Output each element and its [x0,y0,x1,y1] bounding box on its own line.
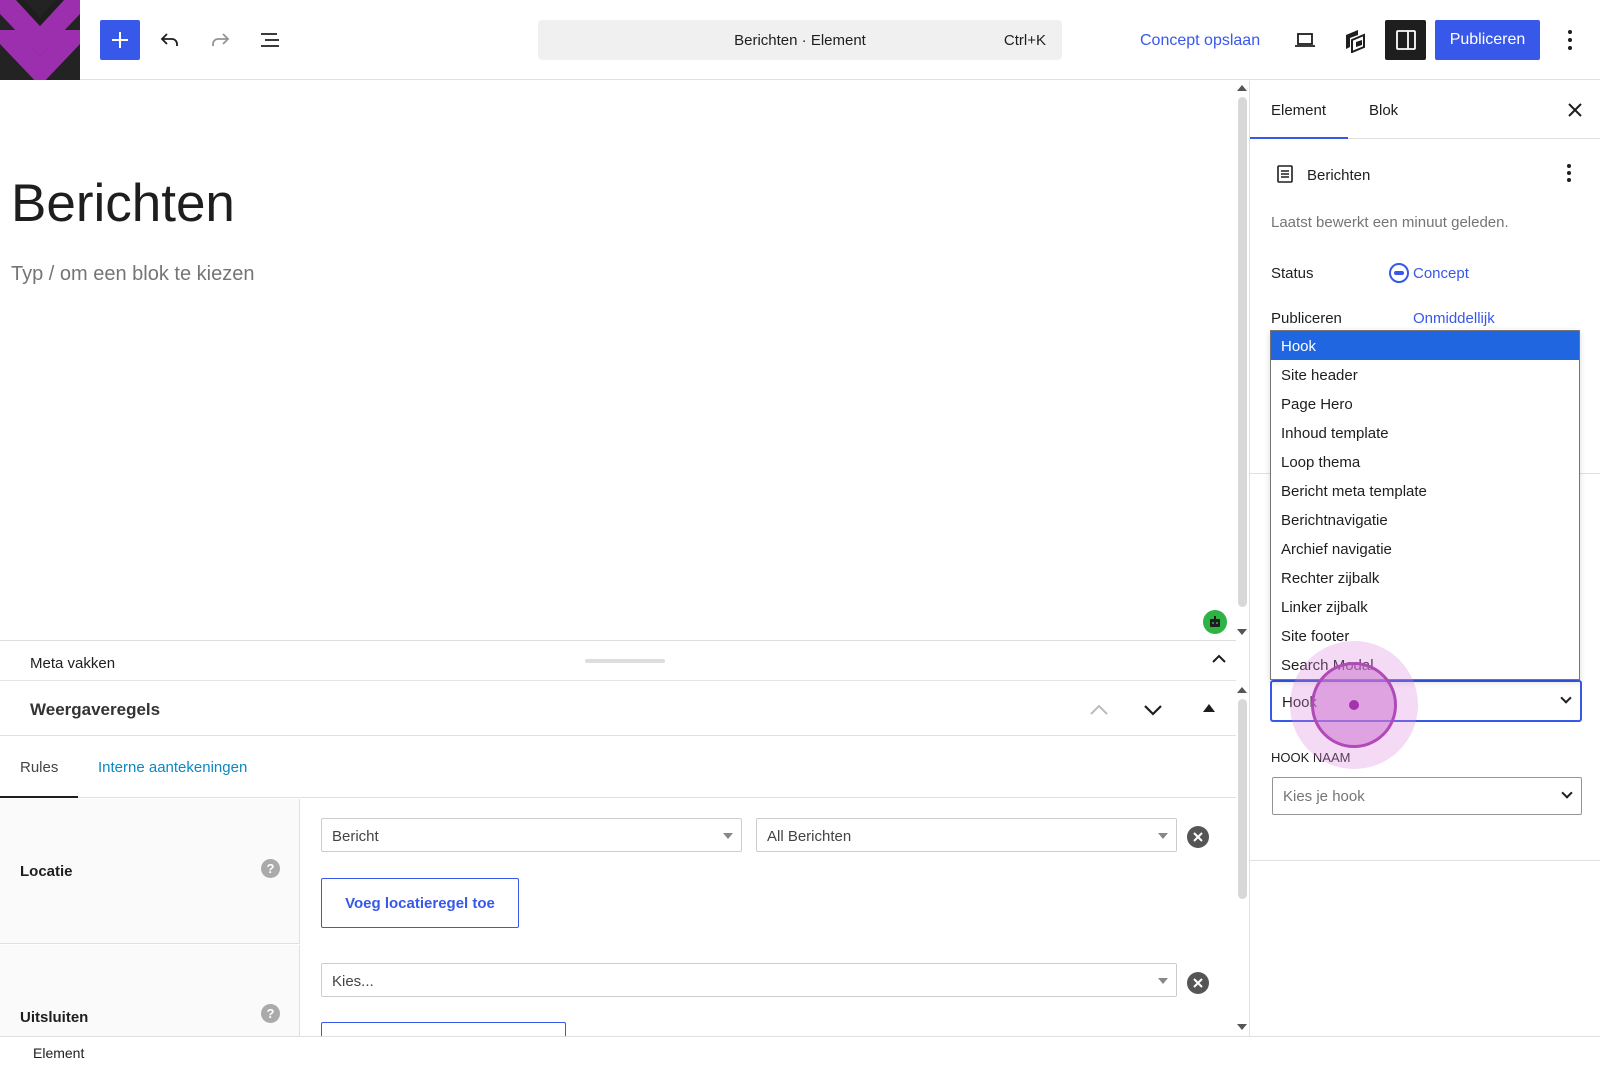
breadcrumb-item[interactable]: Element [33,1045,84,1061]
exclude-label: Uitsluiten [20,1009,89,1026]
meta-boxes-label: Meta vakken [30,655,116,672]
document-overview-button[interactable] [250,20,290,60]
logo-icon [0,0,80,80]
dropdown-option[interactable]: Hook [1271,331,1579,360]
status-label: Status [1271,265,1314,282]
undo-icon [160,33,178,46]
add-exclude-rule-button[interactable] [321,1022,566,1036]
scroll-up-arrow-icon[interactable] [1237,84,1247,92]
location-value-select[interactable]: All Berichten [756,818,1177,852]
close-icon[interactable] [1564,99,1586,121]
more-vertical-icon[interactable] [1566,163,1572,183]
location-help-icon[interactable]: ? [261,859,280,878]
scroll-down-arrow-icon[interactable] [1237,1023,1247,1031]
last-edited-text: Laatst bewerkt een minuut geleden. [1271,214,1509,231]
caret-down-icon [723,833,733,839]
add-block-button[interactable] [100,20,140,60]
robot-assistant-icon[interactable] [1203,610,1227,634]
list-view-icon [261,33,279,47]
desktop-icon [1295,33,1315,47]
location-row-label-cell: Locatie ? [0,799,300,944]
draft-status-icon [1389,263,1409,283]
redo-button[interactable] [200,20,240,60]
block-breadcrumb-bar: Element [0,1036,1600,1065]
dropdown-option[interactable]: Linker zijbalk [1271,592,1579,621]
dropdown-option[interactable]: Berichtnavigatie [1271,505,1579,534]
document-name: Berichten [1307,167,1371,184]
panel-title: Weergaveregels [30,700,161,719]
element-type-dropdown-list: Hook Site header Page Hero Inhoud templa… [1270,330,1580,680]
command-shortcut: Ctrl+K [1003,32,1046,49]
dropdown-option[interactable]: Site footer [1271,621,1579,650]
editor-canvas: Berichten Typ / om een blok te kiezen [0,81,1236,639]
command-palette-bar[interactable]: Berichten · Element Ctrl+K [538,20,1062,60]
collapse-panel-icon[interactable] [1203,703,1215,713]
dropdown-option[interactable]: Page Hero [1271,389,1579,418]
settings-sidebar-toggle[interactable] [1385,20,1426,60]
meta-scrollbar[interactable] [1238,699,1247,899]
redo-icon [212,33,230,46]
display-rules-panel-header[interactable]: Weergaveregels [0,682,1236,736]
publish-date-label: Publiceren [1271,310,1342,327]
exclude-row-label-cell: Uitsluiten ? [0,945,300,1036]
dropdown-option[interactable]: Rechter zijbalk [1271,563,1579,592]
location-type-select[interactable]: Bericht [321,818,742,852]
hook-name-placeholder: Kies je hook [1283,788,1365,805]
divider [1250,860,1600,861]
sidebar-icon [1395,30,1416,50]
chevron-down-icon [1560,692,1572,704]
scroll-up-arrow-icon[interactable] [1237,686,1247,694]
caret-down-icon [1158,978,1168,984]
remove-location-rule-icon[interactable] [1187,826,1209,848]
sidebar-tabs: Element Blok [1250,81,1600,139]
chevron-down-icon [1561,787,1573,799]
remove-exclude-rule-icon[interactable] [1187,972,1209,994]
move-down-icon[interactable] [1144,704,1162,716]
save-draft-button[interactable]: Concept opslaan [1140,32,1260,50]
add-location-rule-button[interactable]: Voeg locatieregel toe [321,878,519,928]
dropdown-option[interactable]: Site header [1271,360,1579,389]
command-title: Berichten · Element [734,32,866,49]
plus-icon [112,32,128,48]
location-value-text: All Berichten [767,828,852,845]
hook-name-select[interactable]: Kies je hook [1272,777,1582,815]
caret-down-icon [1158,833,1168,839]
dropdown-option[interactable]: Bericht meta template [1271,476,1579,505]
dropdown-option[interactable]: Inhoud template [1271,418,1579,447]
rules-tabs: Rules Interne aantekeningen [0,737,1236,798]
cursor-pointer-dot [1349,700,1359,710]
more-vertical-icon [1568,30,1572,50]
exclude-help-icon[interactable]: ? [261,1004,280,1023]
tab-block[interactable]: Blok [1369,102,1398,119]
status-value-button[interactable]: Concept [1413,265,1469,282]
tab-rules[interactable]: Rules [0,737,78,798]
move-up-icon[interactable] [1090,704,1108,716]
location-label: Locatie [20,863,73,880]
dropdown-option[interactable]: Archief navigatie [1271,534,1579,563]
publish-date-button[interactable]: Onmiddellijk [1413,310,1495,327]
undo-button[interactable] [150,20,190,60]
options-menu-button[interactable] [1550,20,1590,60]
chevron-up-icon[interactable] [1212,654,1226,664]
dropdown-option[interactable]: Loop thema [1271,447,1579,476]
tab-internal-notes[interactable]: Interne aantekeningen [98,759,247,776]
document-icon [1277,165,1293,183]
generateblocks-icon [1346,30,1365,53]
location-type-value: Bericht [332,828,379,845]
preview-button[interactable] [1285,20,1325,60]
exclude-select[interactable]: Kies... [321,963,1177,997]
plugin-button[interactable] [1335,20,1375,60]
resize-handle[interactable] [585,659,665,663]
post-title[interactable]: Berichten [11,173,235,234]
editor-header: Berichten · Element Ctrl+K Concept opsla… [0,0,1600,80]
publish-button[interactable]: Publiceren [1435,20,1540,60]
canvas-scrollbar[interactable] [1238,97,1247,607]
block-appender-placeholder[interactable]: Typ / om een blok te kiezen [11,263,254,286]
site-logo[interactable] [0,0,80,80]
exclude-select-value: Kies... [332,973,374,990]
scroll-down-arrow-icon[interactable] [1237,628,1247,636]
tab-element[interactable]: Element [1250,81,1348,139]
meta-boxes-toggle[interactable]: Meta vakken [0,640,1236,681]
